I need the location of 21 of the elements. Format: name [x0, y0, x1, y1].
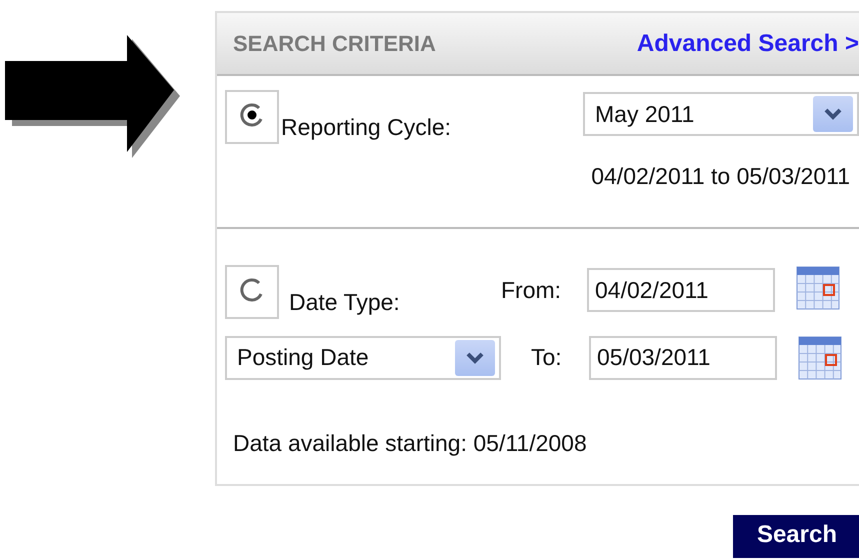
date-range-text: 04/02/2011 to 05/03/2011 [591, 162, 850, 190]
availability-text: Data available starting: 05/11/2008 [233, 430, 587, 456]
reporting-cycle-label: Reporting Cycle: [281, 113, 452, 142]
radio-button[interactable] [225, 265, 279, 319]
date-type-dropdown[interactable]: Posting Date [225, 336, 501, 380]
date-type-label: Date Type: [289, 288, 401, 317]
radio-button[interactable] [225, 90, 279, 144]
from-label: From: [501, 276, 562, 305]
right-arrow-icon [5, 35, 180, 158]
radio-circle-icon [239, 102, 265, 128]
calendar-icon[interactable] [798, 336, 842, 380]
reporting-cycle-dropdown[interactable]: May 2011 [583, 92, 859, 136]
calendar-icon[interactable] [796, 266, 840, 310]
advanced-search-link[interactable]: Advanced Search > [636, 26, 859, 62]
chevron-down-icon [824, 108, 842, 120]
chevron-down-icon [466, 352, 484, 364]
to-date-field[interactable]: 05/03/2011 [589, 336, 777, 380]
to-label: To: [531, 343, 563, 372]
panel-title: SEARCH CRITERIA [233, 30, 436, 58]
from-date-field[interactable]: 04/02/2011 [587, 268, 775, 312]
search-button[interactable]: Search [732, 515, 859, 558]
